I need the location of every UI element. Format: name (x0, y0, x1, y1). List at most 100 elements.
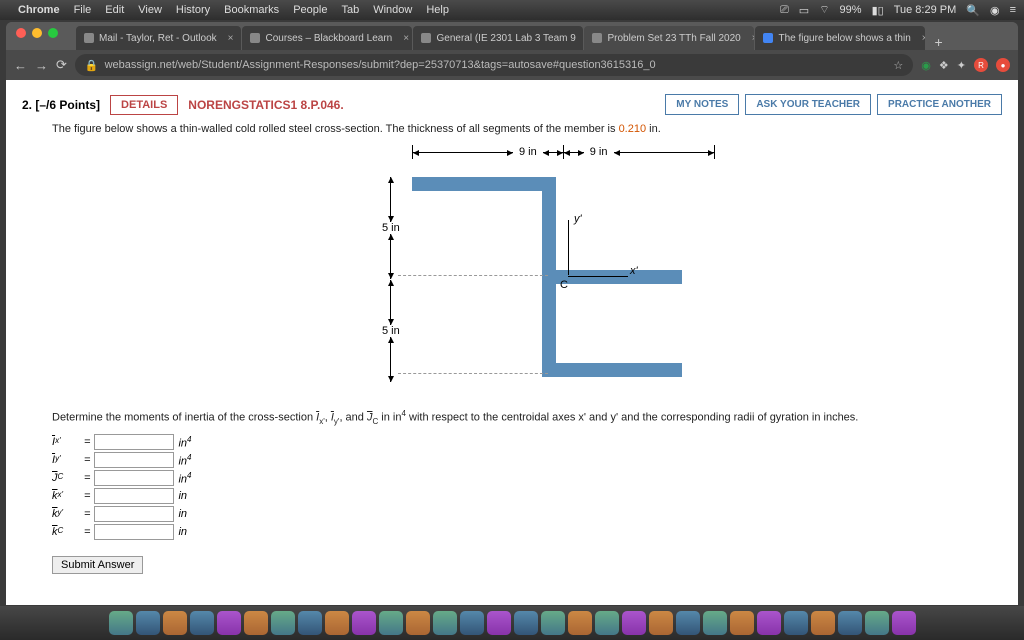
my-notes-button[interactable]: MY NOTES (665, 94, 739, 115)
menu-file[interactable]: File (74, 4, 92, 16)
dock-app-icon[interactable] (379, 611, 403, 635)
tab-blackboard[interactable]: Courses – Blackboard Learn × (242, 26, 412, 50)
answer-input-3[interactable] (94, 488, 174, 504)
close-tab-icon[interactable]: × (752, 33, 755, 44)
app-name[interactable]: Chrome (18, 4, 60, 16)
dock-app-icon[interactable] (244, 611, 268, 635)
maximize-window-button[interactable] (48, 28, 58, 38)
dock-app-icon[interactable] (298, 611, 322, 635)
dock-app-icon[interactable] (487, 611, 511, 635)
dock-app-icon[interactable] (757, 611, 781, 635)
dock-app-icon[interactable] (325, 611, 349, 635)
tab-figure[interactable]: The figure below shows a thin × (755, 26, 925, 50)
dock-app-icon[interactable] (838, 611, 862, 635)
extension-badge-icon[interactable]: R (974, 58, 988, 72)
question-number: 2. (22, 98, 32, 112)
answer-unit: in4 (178, 471, 191, 486)
answer-unit: in4 (178, 435, 191, 450)
dock-app-icon[interactable] (568, 611, 592, 635)
star-icon[interactable]: ☆ (893, 59, 903, 72)
favicon-icon (250, 33, 260, 43)
screen-mirror-icon[interactable]: ⎚ (780, 4, 789, 17)
tab-webassign[interactable]: Problem Set 23 TTh Fall 2020× (584, 26, 754, 50)
dock-app-icon[interactable] (352, 611, 376, 635)
dock-app-icon[interactable] (163, 611, 187, 635)
dock-app-icon[interactable] (406, 611, 430, 635)
dock-app-icon[interactable] (460, 611, 484, 635)
practice-another-button[interactable]: PRACTICE ANOTHER (877, 94, 1002, 115)
dock-app-icon[interactable] (136, 611, 160, 635)
dock-app-icon[interactable] (541, 611, 565, 635)
close-tab-icon[interactable]: × (228, 33, 234, 44)
menu-help[interactable]: Help (426, 4, 449, 16)
y-axis-label: y' (574, 213, 582, 225)
new-tab-button[interactable]: + (926, 34, 950, 50)
answer-row: Iy'=in4 (52, 452, 1002, 468)
menu-window[interactable]: Window (373, 4, 412, 16)
airplay-icon[interactable]: ▭ (799, 4, 809, 17)
dim-top-2: 9 in (590, 146, 608, 158)
dim-top-1: 9 in (519, 146, 537, 158)
answer-unit: in (178, 526, 187, 538)
reload-button[interactable]: ⟳ (56, 57, 67, 73)
dock-app-icon[interactable] (811, 611, 835, 635)
submit-answer-button[interactable]: Submit Answer (52, 556, 143, 574)
tab-label: Courses – Blackboard Learn (265, 33, 392, 44)
dock-app-icon[interactable] (514, 611, 538, 635)
tab-label: The figure below shows a thin (778, 33, 910, 44)
menu-tab[interactable]: Tab (341, 4, 359, 16)
close-tab-icon[interactable]: × (922, 33, 926, 44)
ask-teacher-button[interactable]: ASK YOUR TEACHER (745, 94, 871, 115)
back-button[interactable]: ← (14, 58, 27, 73)
answer-input-0[interactable] (94, 434, 174, 450)
answer-input-5[interactable] (94, 524, 174, 540)
dock-app-icon[interactable] (622, 611, 646, 635)
dim-left-1: 5 in (382, 222, 400, 234)
dock-app-icon[interactable] (433, 611, 457, 635)
dock-app-icon[interactable] (676, 611, 700, 635)
spotlight-icon[interactable]: 🔍 (966, 4, 980, 17)
dock-app-icon[interactable] (730, 611, 754, 635)
dock-app-icon[interactable] (892, 611, 916, 635)
menu-history[interactable]: History (176, 4, 210, 16)
lock-icon: 🔒 (85, 59, 99, 72)
menu-people[interactable]: People (293, 4, 327, 16)
forward-button[interactable]: → (35, 58, 48, 73)
macos-dock (0, 606, 1024, 640)
dock-app-icon[interactable] (595, 611, 619, 635)
menu-view[interactable]: View (138, 4, 162, 16)
extension-icon[interactable]: ◉ (921, 59, 931, 72)
close-window-button[interactable] (16, 28, 26, 38)
prompt-unit: in. (646, 123, 661, 135)
minimize-window-button[interactable] (32, 28, 42, 38)
address-bar[interactable]: 🔒 webassign.net/web/Student/Assignment-R… (75, 54, 913, 76)
tab-teams[interactable]: General (IE 2301 Lab 3 Team 9× (413, 26, 583, 50)
extension-badge-icon[interactable]: ● (996, 58, 1010, 72)
close-tab-icon[interactable]: × (403, 33, 409, 44)
dock-app-icon[interactable] (109, 611, 133, 635)
siri-icon[interactable]: ◉ (990, 4, 1000, 17)
answer-input-2[interactable] (94, 470, 174, 486)
tab-mail[interactable]: Mail - Taylor, Ret - Outlook× (76, 26, 241, 50)
menu-icon[interactable]: ≡ (1010, 4, 1016, 16)
dock-app-icon[interactable] (865, 611, 889, 635)
question-points: [–/6 Points] (35, 98, 100, 112)
answer-input-1[interactable] (94, 452, 174, 468)
dock-app-icon[interactable] (703, 611, 727, 635)
dock-app-icon[interactable] (271, 611, 295, 635)
extension-puzzle-icon[interactable]: ✦ (957, 59, 966, 72)
details-button[interactable]: DETAILS (110, 95, 178, 115)
answer-row: kx'=in (52, 488, 1002, 504)
dock-app-icon[interactable] (784, 611, 808, 635)
answer-input-4[interactable] (94, 506, 174, 522)
menu-bookmarks[interactable]: Bookmarks (224, 4, 279, 16)
dock-app-icon[interactable] (190, 611, 214, 635)
cross-section-figure: 9 in 9 in 5 in 5 in y' x' C (282, 145, 742, 395)
extension-icon[interactable]: ❖ (939, 59, 949, 72)
clock[interactable]: Tue 8:29 PM (894, 4, 957, 16)
dock-app-icon[interactable] (649, 611, 673, 635)
wifi-icon[interactable]: ⌔ (819, 3, 829, 17)
menu-edit[interactable]: Edit (105, 4, 124, 16)
favicon-icon (592, 33, 602, 43)
dock-app-icon[interactable] (217, 611, 241, 635)
